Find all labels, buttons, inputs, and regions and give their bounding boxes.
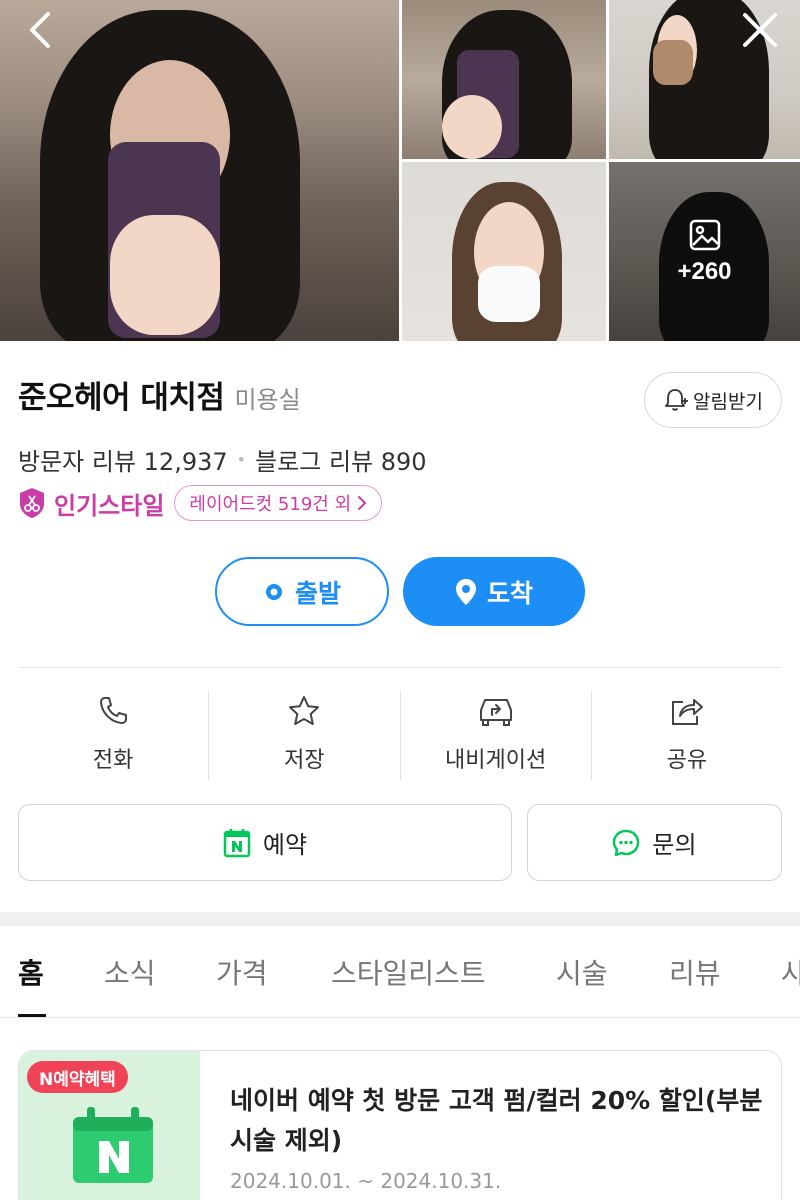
popular-style-row: 인기스타일 레이어드컷 519건 외 (18, 485, 383, 521)
route-end-label: 도착 (486, 578, 533, 608)
call-action[interactable]: 전화 (18, 690, 210, 780)
alarm-label: 알림받기 (693, 390, 763, 413)
hand-shape (442, 95, 502, 159)
book-button[interactable]: 예약 (18, 804, 512, 881)
active-tab-indicator (18, 1014, 46, 1017)
inquiry-button[interactable]: 문의 (527, 804, 782, 881)
star-icon (289, 696, 320, 725)
route-end-button[interactable]: 도착 (403, 557, 585, 626)
scissors-badge-icon (20, 488, 44, 518)
gallery-photo-4[interactable] (402, 162, 606, 341)
tab-price[interactable]: 가격 (216, 952, 268, 992)
inquiry-label: 문의 (652, 831, 697, 859)
save-action[interactable]: 저장 (209, 690, 401, 780)
tab-review[interactable]: 리뷰 (669, 952, 721, 992)
tab-overflow[interactable]: 사 (781, 952, 800, 992)
call-label: 전화 (92, 748, 134, 773)
bell-plus-icon (665, 389, 689, 411)
share-icon (671, 699, 703, 725)
blog-review-link[interactable]: 블로그 리뷰 890 (255, 442, 426, 477)
visitor-review-link[interactable]: 방문자 리뷰 12,937 (18, 442, 228, 477)
popular-style-pill[interactable]: 레이어드컷 519건 외 (174, 485, 383, 521)
location-pin-icon (455, 578, 476, 605)
shop-name: 준오헤어 대치점 (18, 380, 225, 416)
close-button[interactable] (738, 8, 782, 52)
promo-date: 2024.10.01. ~ 2024.10.31. (230, 1169, 502, 1193)
share-label: 공유 (666, 748, 708, 773)
more-photos[interactable]: +260 (609, 218, 800, 286)
start-point-icon (265, 583, 282, 600)
book-label: 예약 (262, 831, 308, 859)
naver-booking-icon (223, 828, 251, 857)
tab-stylist[interactable]: 스타일리스트 (331, 952, 486, 992)
mask-shape (478, 266, 540, 322)
shop-title-row: 준오헤어 대치점 미용실 (18, 372, 301, 417)
promo-thumbnail: N예약혜택 (19, 1051, 200, 1200)
more-photos-count: +260 (677, 258, 732, 285)
separator-dot: • (236, 450, 247, 469)
review-row: 방문자 리뷰 12,937 • 블로그 리뷰 890 (18, 442, 427, 477)
shop-category: 미용실 (234, 386, 301, 414)
gallery-photo-2[interactable] (402, 0, 606, 159)
chevron-left-icon (30, 12, 50, 48)
image-icon (689, 219, 720, 251)
tab-home[interactable]: 홈 (18, 952, 44, 992)
route-start-button[interactable]: 출발 (215, 557, 389, 626)
promo-badge: N예약혜택 (27, 1061, 128, 1093)
mask-shape (653, 40, 693, 85)
section-divider (18, 667, 782, 668)
gallery-photo-more[interactable]: +260 (609, 162, 800, 341)
alarm-button[interactable]: 알림받기 (644, 372, 782, 428)
chevron-right-icon (358, 496, 367, 510)
promo-card[interactable]: N예약혜택 네이버 예약 첫 방문 고객 펌/컬러 20% 할인(부분 시술 제… (18, 1050, 782, 1200)
close-icon (743, 13, 777, 47)
photo-gallery[interactable]: +260 (0, 0, 800, 341)
navigation-car-icon (479, 699, 512, 726)
route-start-label: 출발 (294, 578, 341, 608)
save-label: 저장 (284, 748, 325, 773)
navigation-action[interactable]: 내비게이션 (401, 690, 592, 780)
tab-bar: 홈 소식 가격 스타일리스트 시술 리뷰 사 (0, 926, 800, 1018)
popular-style-text: 레이어드컷 519건 외 (189, 494, 352, 515)
tab-treatment[interactable]: 시술 (556, 952, 608, 992)
popular-style-label: 인기스타일 (54, 491, 165, 520)
hand-shape (110, 215, 220, 335)
calendar-icon (73, 1107, 153, 1183)
back-button[interactable] (18, 8, 62, 52)
navigation-label: 내비게이션 (445, 748, 547, 773)
action-bar: 전화 저장 내비게이션 공유 (18, 690, 782, 780)
promo-title: 네이버 예약 첫 방문 고객 펌/컬러 20% 할인(부분 시술 제외) (230, 1086, 763, 1155)
section-spacer (0, 912, 800, 926)
tab-news[interactable]: 소식 (104, 952, 156, 992)
share-action[interactable]: 공유 (592, 690, 782, 780)
phone-icon (100, 697, 128, 724)
chat-bubble-icon (613, 829, 640, 856)
